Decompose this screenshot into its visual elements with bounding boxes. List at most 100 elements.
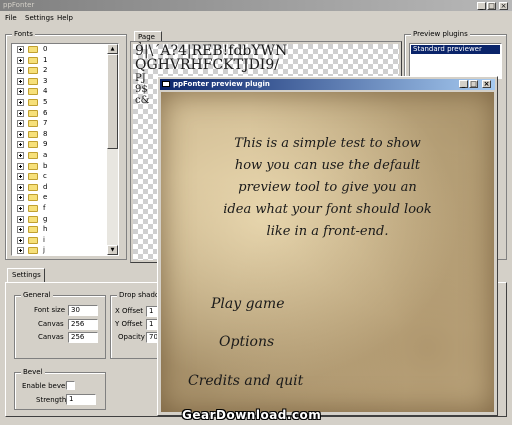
font-tree-item-label: 4	[43, 87, 48, 96]
folder-icon	[28, 194, 38, 202]
x-offset-label: X Offset	[115, 307, 144, 315]
preview-plugins-label: Preview plugins	[411, 30, 470, 38]
preview-maximize-button[interactable]: □	[469, 80, 478, 88]
font-tree-item-label: 9	[43, 140, 48, 149]
font-tree-item[interactable]: 5	[12, 98, 108, 107]
font-tree-item[interactable]: e	[12, 193, 108, 202]
font-tree-item[interactable]: j	[12, 246, 108, 255]
expand-plus-icon[interactable]	[17, 194, 24, 202]
font-tree-item[interactable]: 4	[12, 87, 108, 96]
folder-icon	[28, 99, 38, 106]
folder-icon	[28, 226, 38, 234]
menu-help[interactable]: Help	[57, 14, 73, 22]
y-offset-label: Y Offset	[115, 320, 143, 328]
folder-icon	[28, 247, 38, 255]
font-tree-item-label: c	[43, 172, 47, 181]
preview-plugins-list[interactable]: Standard previewer	[409, 43, 502, 79]
glyph-row-4: 9$	[135, 84, 148, 95]
expand-plus-icon[interactable]	[17, 215, 24, 223]
close-button[interactable]: ×	[499, 2, 508, 10]
preview-titlebar[interactable]: ppFonter preview plugin _ □ ×	[160, 79, 495, 90]
strength-input[interactable]: 1	[66, 394, 96, 405]
folder-icon	[28, 162, 38, 170]
expand-plus-icon[interactable]	[17, 46, 24, 53]
scroll-up-button[interactable]: ▲	[107, 44, 118, 54]
font-tree-item[interactable]: h	[12, 225, 108, 234]
expand-plus-icon[interactable]	[17, 152, 24, 159]
tree-scrollbar[interactable]: ▲ ▼	[107, 44, 118, 255]
expand-plus-icon[interactable]	[17, 88, 24, 96]
font-tree-item[interactable]: 0	[12, 45, 108, 54]
font-tree-item[interactable]: d	[12, 183, 108, 192]
intro-line-5: like in a front-end.	[266, 224, 389, 239]
expand-plus-icon[interactable]	[17, 120, 24, 128]
fonts-label: Fonts	[12, 30, 35, 38]
expand-plus-icon[interactable]	[17, 183, 24, 191]
expand-plus-icon[interactable]	[17, 141, 24, 149]
font-tree-item-label: 6	[43, 108, 48, 117]
font-tree-item-label: j	[43, 246, 45, 255]
preview-close-button[interactable]: ×	[482, 80, 491, 88]
expand-plus-icon[interactable]	[17, 99, 24, 106]
expand-plus-icon[interactable]	[17, 56, 24, 64]
menu-play-game[interactable]: Play game	[211, 295, 284, 313]
folder-icon	[28, 56, 38, 64]
menu-options[interactable]: Options	[219, 333, 274, 351]
canvas-width-input[interactable]: 256	[68, 319, 98, 330]
general-label: General	[21, 291, 53, 299]
canvas-height-input[interactable]: 256	[68, 332, 98, 343]
menu-bar: File Settings Help	[0, 12, 512, 24]
tab-settings-label: Settings	[12, 271, 41, 279]
font-tree-item[interactable]: 7	[12, 119, 108, 128]
font-tree-item-label: 2	[43, 66, 48, 75]
bevel-label: Bevel	[21, 368, 45, 376]
menu-file[interactable]: File	[5, 14, 17, 22]
preview-minimize-button[interactable]: _	[459, 80, 468, 88]
font-tree-item[interactable]: 3	[12, 77, 108, 86]
scroll-down-button[interactable]: ▼	[107, 245, 118, 255]
expand-plus-icon[interactable]	[17, 226, 24, 234]
font-tree-item-label: 1	[43, 55, 48, 64]
font-tree-item[interactable]: 2	[12, 66, 108, 75]
minimize-button[interactable]: _	[477, 2, 486, 10]
expand-plus-icon[interactable]	[17, 109, 24, 117]
expand-plus-icon[interactable]	[17, 77, 24, 85]
font-tree-item[interactable]: b	[12, 162, 108, 171]
expand-plus-icon[interactable]	[17, 205, 24, 212]
folder-icon	[28, 205, 38, 212]
font-tree-item[interactable]: 6	[12, 109, 108, 118]
expand-plus-icon[interactable]	[17, 247, 24, 255]
glyph-row-1: 9|\´A?4|REB!fdbYWN	[135, 44, 288, 59]
font-size-input[interactable]: 30	[68, 305, 98, 316]
font-tree-item-label: e	[43, 193, 48, 202]
font-tree-item[interactable]: a	[12, 151, 108, 160]
glyph-row-3: PJ	[135, 73, 146, 84]
maximize-button[interactable]: □	[487, 2, 496, 10]
font-tree-item[interactable]: g	[12, 215, 108, 224]
font-tree-item[interactable]: 1	[12, 56, 108, 65]
font-tree-item-label: d	[43, 182, 48, 191]
font-tree-item[interactable]: 9	[12, 140, 108, 149]
font-tree-item[interactable]: f	[12, 204, 108, 213]
folder-icon	[28, 152, 38, 159]
scroll-thumb[interactable]	[107, 54, 118, 149]
folder-icon	[28, 77, 38, 85]
intro-line-1: This is a simple test to show	[234, 136, 421, 151]
expand-plus-icon[interactable]	[17, 162, 24, 170]
tab-settings[interactable]: Settings	[7, 268, 45, 282]
expand-plus-icon[interactable]	[17, 173, 24, 181]
expand-plus-icon[interactable]	[17, 67, 24, 75]
font-tree-item[interactable]: 8	[12, 130, 108, 139]
main-titlebar[interactable]: ppFonter _ □ ×	[0, 0, 512, 11]
folder-icon	[28, 88, 38, 96]
plugin-item-standard[interactable]: Standard previewer	[411, 45, 500, 54]
expand-plus-icon[interactable]	[17, 130, 24, 138]
font-tree-item[interactable]: c	[12, 172, 108, 181]
folder-icon	[28, 236, 38, 244]
menu-settings[interactable]: Settings	[25, 14, 54, 22]
fonts-tree[interactable]: 01 2 34 56 7 89 abcdefghij ▲ ▼	[11, 43, 119, 256]
expand-plus-icon[interactable]	[17, 236, 24, 244]
enable-bevel-checkbox[interactable]	[66, 381, 75, 390]
menu-credits-quit[interactable]: Credits and quit	[188, 372, 303, 390]
font-tree-item[interactable]: i	[12, 236, 108, 245]
